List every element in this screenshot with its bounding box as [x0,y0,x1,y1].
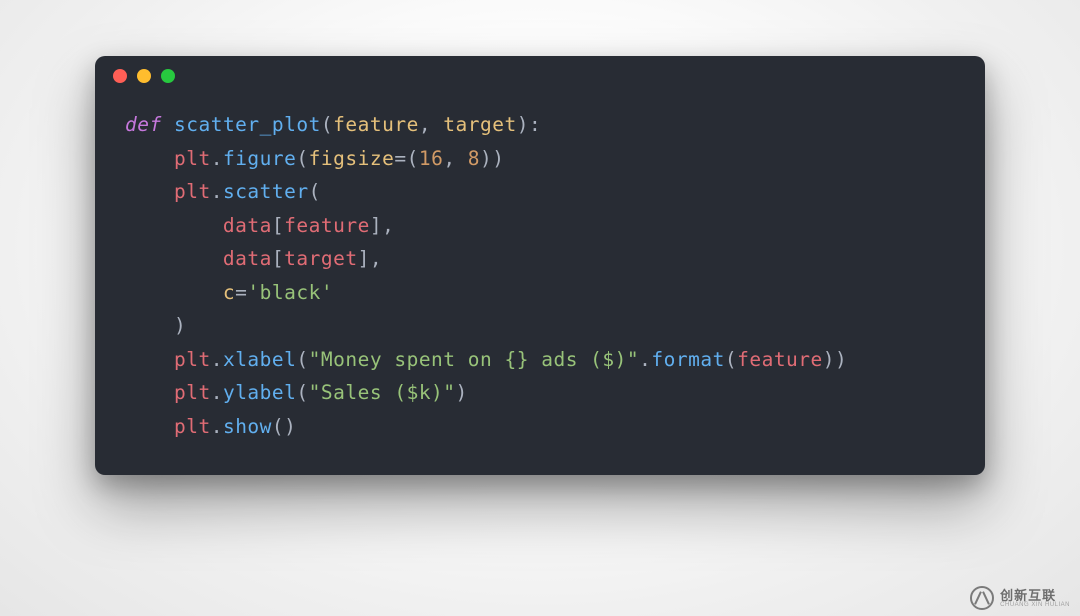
plt-object: plt [174,348,211,371]
close-icon[interactable] [113,69,127,83]
ylabel-string: "Sales ($k)" [309,381,456,404]
xlabel-string: "Money spent on {} ads ($)" [309,348,639,371]
param-feature: feature [333,113,419,136]
stage: def scatter_plot(feature, target): plt.f… [0,0,1080,616]
data-object: data [223,214,272,237]
figsize-width: 16 [419,147,443,170]
watermark-text: 创新互联 [1000,589,1070,602]
xlabel-call: xlabel [223,348,296,371]
figsize-kw: figsize [309,147,395,170]
code-block: def scatter_plot(feature, target): plt.f… [95,96,985,475]
param-target: target [443,113,516,136]
c-kw: c [223,281,235,304]
plt-object: plt [174,381,211,404]
data-object: data [223,247,272,270]
show-call: show [223,415,272,438]
plt-object: plt [174,180,211,203]
plt-object: plt [174,415,211,438]
index-feature: feature [284,214,370,237]
format-call: format [651,348,724,371]
scatter-call: scatter [223,180,309,203]
keyword-def: def [125,113,162,136]
function-name: scatter_plot [174,113,321,136]
watermark: 创新互联 CHUANG XIN HULIAN [970,586,1070,610]
index-target: target [284,247,357,270]
figure-call: figure [223,147,296,170]
window-titlebar [95,56,985,96]
minimize-icon[interactable] [137,69,151,83]
watermark-logo-icon [970,586,994,610]
watermark-subtext: CHUANG XIN HULIAN [1000,602,1070,608]
format-arg: feature [737,348,823,371]
plt-object: plt [174,147,211,170]
figsize-height: 8 [468,147,480,170]
c-value: 'black' [247,281,333,304]
code-window: def scatter_plot(feature, target): plt.f… [95,56,985,475]
ylabel-call: ylabel [223,381,296,404]
zoom-icon[interactable] [161,69,175,83]
